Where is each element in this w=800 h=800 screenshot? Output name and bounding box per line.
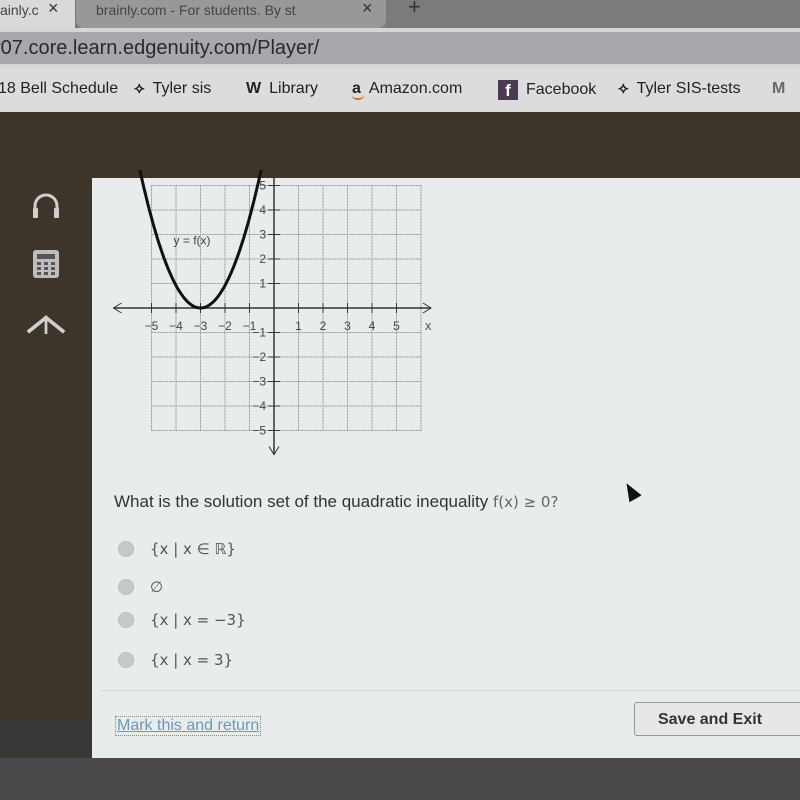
tab-title: ainly.c	[0, 2, 39, 18]
tyler-icon: ⟡	[134, 80, 145, 97]
bookmark-label: 18 Bell Schedule	[0, 80, 119, 97]
headphones-icon[interactable]	[26, 186, 66, 226]
radio-button[interactable]	[118, 612, 134, 628]
x-tick-label: 4	[369, 319, 376, 333]
browser-tab[interactable]: brainly.com - For students. By st ×	[76, 0, 386, 28]
function-graph: −5 −4 −3 −2 −1 1 2 3 4 554321−1−2−3−4−5 y = f(x) …	[112, 170, 432, 456]
y-tick-label: 1	[259, 277, 266, 291]
answer-option[interactable]: {x | x = 3}	[118, 651, 233, 669]
close-tab-icon[interactable]: ×	[362, 0, 373, 18]
browser-tab-bar: ainly.c × brainly.com - For students. By…	[0, 0, 800, 28]
answer-option[interactable]: ∅	[118, 578, 163, 596]
question-prompt: What is the solution set of the quadrati…	[114, 492, 493, 511]
facebook-icon: f	[498, 80, 518, 100]
y-tick-label: 3	[259, 228, 266, 242]
address-bar-row: r07.core.learn.edgenuity.com/Player/	[0, 28, 800, 68]
answer-option[interactable]: {x | x = −3}	[118, 611, 246, 629]
bookmark-tyler-sis[interactable]: ⟡ Tyler sis	[134, 80, 211, 98]
y-tick-label: −5	[252, 424, 266, 438]
y-tick-label: −2	[252, 350, 266, 364]
close-tab-icon[interactable]: ×	[48, 0, 59, 18]
function-label: y = f(x)	[174, 233, 211, 247]
browser-tab[interactable]: ainly.c ×	[0, 0, 75, 28]
x-tick-label: 5	[393, 319, 400, 333]
screen-bezel	[0, 758, 800, 800]
bookmark-icon: M	[772, 80, 786, 97]
address-bar[interactable]: r07.core.learn.edgenuity.com/Player/	[0, 32, 800, 64]
bookmark-bell-schedule[interactable]: 18 Bell Schedule	[0, 80, 118, 98]
new-tab-button[interactable]: +	[408, 0, 421, 20]
footer-divider	[100, 690, 800, 691]
bookmark-label: Tyler SIS-tests	[636, 80, 741, 97]
library-icon: W	[246, 80, 262, 97]
bookmark-label: Library	[269, 80, 319, 97]
formula-icon[interactable]	[26, 304, 66, 344]
tyler-icon: ⟡	[618, 80, 629, 97]
y-tick-label: 5	[259, 179, 266, 193]
bookmark-library[interactable]: W Library	[246, 80, 318, 98]
y-tick-label: −4	[252, 399, 266, 413]
bookmark-tyler-sis-tests[interactable]: ⟡ Tyler SIS-tests	[618, 80, 741, 98]
y-tick-label: 2	[259, 252, 266, 266]
x-tick-label: 2	[320, 319, 327, 333]
bookmark-amazon[interactable]: a Amazon.com	[352, 80, 463, 100]
radio-button[interactable]	[118, 579, 134, 595]
option-label: ∅	[150, 578, 164, 596]
graph-axes	[112, 170, 432, 456]
question-text: What is the solution set of the quadrati…	[114, 492, 558, 512]
bookmark-label: Amazon.com	[368, 80, 463, 97]
x-axis-label: x	[425, 318, 432, 333]
amazon-icon: a	[352, 80, 364, 100]
radio-button[interactable]	[118, 541, 134, 557]
calculator-icon[interactable]	[26, 244, 66, 284]
answer-option[interactable]: {x | x ∈ ℝ}	[118, 540, 236, 558]
option-label: {x | x ∈ ℝ}	[150, 540, 236, 558]
bookmark-more[interactable]: M	[772, 80, 785, 98]
url-text: r07.core.learn.edgenuity.com/Player/	[0, 37, 320, 59]
radio-button[interactable]	[118, 652, 134, 668]
tool-sidebar	[0, 180, 92, 720]
y-tick-label: 4	[259, 203, 266, 217]
x-tick-label: −2	[218, 319, 232, 333]
tab-title: brainly.com - For students. By st	[96, 2, 296, 18]
save-and-exit-button[interactable]: Save and Exit	[634, 702, 800, 736]
bookmark-label: Facebook	[526, 81, 597, 98]
question-inequality: f(x) ≥ 0?	[492, 493, 559, 511]
bookmarks-bar: 18 Bell Schedule ⟡ Tyler sis W Library a…	[0, 68, 800, 112]
x-tick-label: −5	[145, 319, 159, 333]
option-label: {x | x = −3}	[150, 611, 246, 629]
x-tick-label: 3	[344, 319, 351, 333]
mark-and-return-link[interactable]: Mark this and return	[115, 716, 262, 736]
bookmark-facebook[interactable]: f Facebook	[498, 80, 596, 100]
x-tick-label: −3	[194, 319, 208, 333]
y-tick-label: −3	[252, 375, 266, 389]
x-tick-label: 1	[295, 319, 302, 333]
x-tick-label: −4	[169, 319, 183, 333]
y-tick-label: −1	[252, 326, 266, 340]
option-label: {x | x = 3}	[150, 651, 234, 669]
bookmark-label: Tyler sis	[152, 80, 212, 97]
